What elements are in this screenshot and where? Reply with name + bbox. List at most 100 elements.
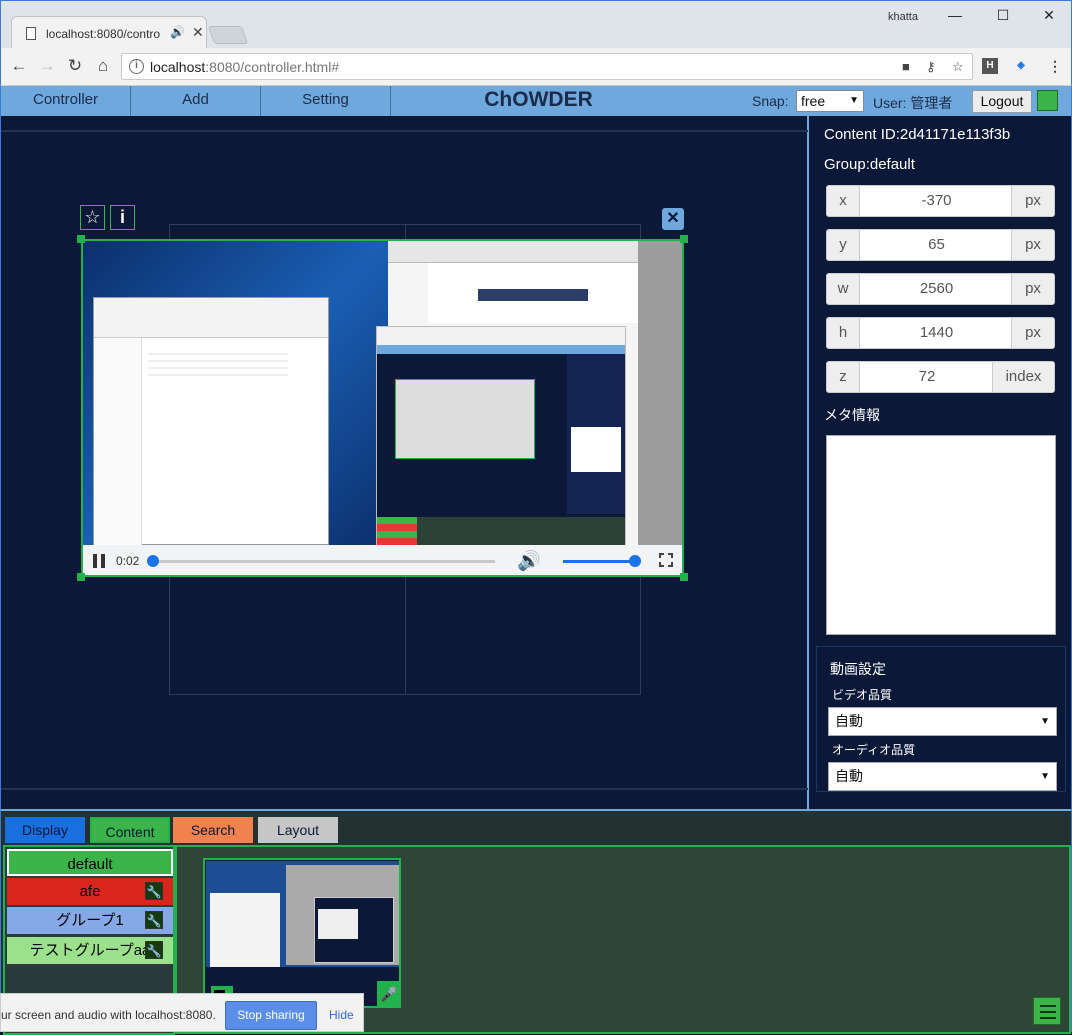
x-field[interactable]: x -370 px <box>826 185 1055 217</box>
w-field[interactable]: w 2560 px <box>826 273 1055 305</box>
camera-icon[interactable]: ■ <box>902 59 910 74</box>
video-time: 0:02 <box>116 554 140 568</box>
field-value[interactable]: 2560 <box>860 274 1013 304</box>
tab-title: localhost:8080/contro <box>46 27 161 41</box>
nested-tabs <box>377 517 417 545</box>
snap-select[interactable]: free ▼ <box>796 90 864 112</box>
url-bar[interactable]: i localhost:8080/controller.html# ■ ⚷ ☆ <box>121 53 973 80</box>
forward-icon[interactable]: → <box>35 56 59 76</box>
menu-add[interactable]: Add <box>131 86 261 116</box>
profile-name[interactable]: khatta <box>888 11 918 23</box>
info-icon[interactable]: i <box>110 205 135 230</box>
wrench-icon[interactable]: 🔧 <box>145 941 163 959</box>
tab-close-icon[interactable]: ✕ <box>192 24 204 41</box>
speaker-icon[interactable]: 🔊 <box>170 25 185 39</box>
bookmark-star-icon[interactable]: ☆ <box>952 59 964 75</box>
meta-textarea[interactable] <box>826 435 1056 635</box>
group-label: テストグループaa <box>29 942 151 959</box>
app-title: ChOWDER <box>484 88 593 111</box>
content-group: Group:default <box>824 156 915 173</box>
minimize-button[interactable]: — <box>945 7 965 23</box>
logout-button[interactable]: Logout <box>972 90 1032 113</box>
field-label: y <box>827 230 860 260</box>
thumbnail-window <box>318 909 358 939</box>
seek-bar[interactable] <box>153 560 495 563</box>
field-label: z <box>827 362 860 392</box>
home-icon[interactable]: ⌂ <box>91 56 115 76</box>
resize-handle[interactable] <box>77 235 85 243</box>
new-tab-button[interactable] <box>207 26 249 44</box>
field-unit: px <box>1011 230 1054 260</box>
group-item-afe[interactable]: afe 🔧 <box>7 878 173 905</box>
menu-controller[interactable]: Controller <box>1 86 131 116</box>
connection-status-icon[interactable] <box>1037 90 1058 111</box>
key-icon[interactable]: ⚷ <box>926 59 936 75</box>
video-browser-bar <box>388 241 638 263</box>
fullscreen-icon[interactable] <box>658 552 674 568</box>
tab-search[interactable]: Search <box>173 817 253 843</box>
stop-sharing-button[interactable]: Stop sharing <box>225 1001 317 1030</box>
hamburger-menu-icon[interactable] <box>1033 997 1061 1025</box>
volume-icon[interactable]: 🔊 <box>517 549 541 573</box>
menu-line <box>1040 1005 1056 1007</box>
property-panel: Content ID:2d41171e113f3b Group:default … <box>811 116 1072 809</box>
wrench-icon[interactable]: 🔧 <box>145 911 163 929</box>
volume-bar[interactable] <box>563 560 635 563</box>
video-quality-select[interactable]: 自動 ▼ <box>828 707 1057 736</box>
h-field[interactable]: h 1440 px <box>826 317 1055 349</box>
address-toolbar: ← → ↻ ⌂ i localhost:8080/controller.html… <box>0 48 1072 86</box>
url-text: localhost:8080/controller.html# <box>150 59 339 75</box>
content-thumbnail[interactable]: 🎤 <box>203 858 401 1008</box>
microphone-icon[interactable]: 🎤 <box>377 981 399 1006</box>
maximize-button[interactable]: ☐ <box>993 7 1013 24</box>
z-field[interactable]: z 72 index <box>826 361 1055 393</box>
video-controls: 0:02 🔊 <box>83 545 682 575</box>
reload-icon[interactable]: ↻ <box>63 56 87 76</box>
pause-icon[interactable] <box>93 554 107 568</box>
tab-layout[interactable]: Layout <box>258 817 338 843</box>
group-item-group1[interactable]: グループ1 🔧 <box>7 907 173 934</box>
site-info-icon[interactable]: i <box>129 59 144 74</box>
explorer-sidebar <box>94 338 142 546</box>
seek-knob[interactable] <box>147 555 159 567</box>
field-value[interactable]: 72 <box>860 362 994 392</box>
window-close-button[interactable]: ✕ <box>1039 7 1059 24</box>
volume-knob[interactable] <box>629 555 641 567</box>
thumbnail-image <box>206 861 399 967</box>
tab-content[interactable]: Content <box>90 817 170 843</box>
close-icon[interactable]: ✕ <box>662 208 684 230</box>
explorer-ribbon <box>94 298 328 338</box>
browser-tab-strip: localhost:8080/contro 🔊 ✕ khatta — ☐ ✕ <box>0 0 1072 49</box>
y-field[interactable]: y 65 px <box>826 229 1055 261</box>
field-value[interactable]: 65 <box>860 230 1013 260</box>
star-icon[interactable]: ☆ <box>80 205 105 230</box>
chevron-down-icon: ▼ <box>1040 716 1050 727</box>
extension-rtc-icon[interactable]: ◈ <box>1013 58 1029 74</box>
extension-h-icon[interactable]: H <box>982 58 998 74</box>
resize-handle[interactable] <box>680 573 688 581</box>
tab-display[interactable]: Display <box>5 817 85 843</box>
page-icon <box>26 27 36 40</box>
group-item-testgroupaa[interactable]: テストグループaa 🔧 <box>7 937 173 964</box>
resize-handle[interactable] <box>680 235 688 243</box>
video-content[interactable]: 0:02 🔊 <box>81 239 684 577</box>
wrench-icon[interactable]: 🔧 <box>145 882 163 900</box>
desktop-icons <box>87 243 247 261</box>
browser-menu-icon[interactable]: ⋮ <box>1047 58 1063 74</box>
back-icon[interactable]: ← <box>7 56 31 76</box>
hide-button[interactable]: Hide <box>329 1008 354 1022</box>
thumbnail-window <box>210 893 280 967</box>
group-label: afe <box>79 883 101 900</box>
browser-tab[interactable]: localhost:8080/contro 🔊 ✕ <box>11 16 207 49</box>
resize-handle[interactable] <box>77 573 85 581</box>
share-notice-text: ur screen and audio with localhost:8080. <box>1 1008 216 1022</box>
audio-quality-select[interactable]: 自動 ▼ <box>828 762 1057 791</box>
divider <box>1 788 808 790</box>
group-item-default[interactable]: default <box>7 849 173 876</box>
field-value[interactable]: 1440 <box>860 318 1013 348</box>
field-label: h <box>827 318 860 348</box>
nested-frame <box>395 379 535 459</box>
menu-setting[interactable]: Setting <box>261 86 391 116</box>
field-value[interactable]: -370 <box>860 186 1013 216</box>
user-label: User: 管理者 <box>873 95 953 111</box>
